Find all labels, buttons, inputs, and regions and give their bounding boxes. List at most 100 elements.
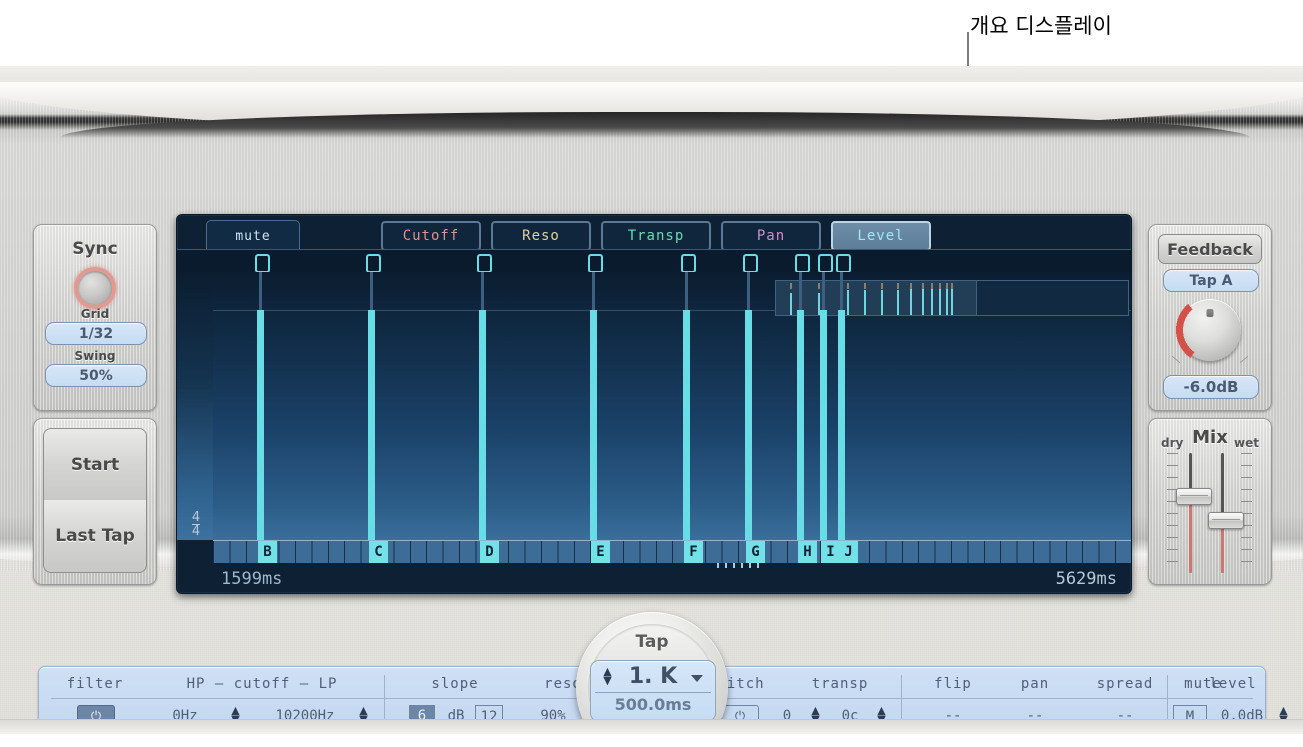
param-bar-right-vdivider-1 <box>901 675 902 723</box>
tap-letter-g[interactable]: G <box>746 541 765 563</box>
tap-bar[interactable] <box>683 310 690 540</box>
tap-letter-h[interactable]: H <box>798 541 817 563</box>
mute-indicator[interactable] <box>477 254 492 273</box>
wet-slider-handle[interactable] <box>1208 512 1244 529</box>
tap-letter-i[interactable]: I <box>821 541 840 563</box>
overview-tap-bar <box>897 290 899 315</box>
param-button-level[interactable]: Level <box>831 221 931 251</box>
mix-wet-label: wet <box>1234 436 1259 450</box>
overview-tap-bar <box>790 293 792 315</box>
dry-slider-handle[interactable] <box>1176 488 1212 505</box>
delay-designer-display[interactable]: mute Cutoff Reso Transp Pan Level Autozo… <box>176 214 1132 594</box>
chevron-down-icon[interactable] <box>691 675 703 682</box>
tap-letter-d[interactable]: D <box>480 541 499 563</box>
tap-letter-e[interactable]: E <box>591 541 610 563</box>
tap-bar[interactable] <box>590 310 597 540</box>
mute-indicator[interactable] <box>588 254 603 273</box>
sync-panel: Sync Grid 1/32 Swing 50% <box>33 224 157 411</box>
overview-tap-bar-cap <box>864 283 866 289</box>
tab-mute[interactable]: mute <box>206 220 300 251</box>
dry-slider-group <box>1167 453 1213 573</box>
mute-indicator[interactable] <box>366 254 381 273</box>
tap-stem <box>822 272 825 310</box>
param-button-cutoff[interactable]: Cutoff <box>381 221 481 251</box>
mix-dry-label: dry <box>1161 436 1183 450</box>
header-cutoff: HP — cutoff — LP <box>147 676 377 693</box>
graph-time-end: 5629ms <box>1056 569 1117 589</box>
graph-left-gutter <box>177 272 214 540</box>
mute-indicator[interactable] <box>255 254 270 273</box>
graph-time-start: 1599ms <box>221 569 282 589</box>
overview-tap-bar-cap <box>946 283 948 289</box>
overview-tap-bar <box>864 290 866 315</box>
tap-stem <box>259 272 262 310</box>
overview-tap-bar-cap <box>847 283 849 289</box>
tap-bar[interactable] <box>838 310 845 540</box>
tap-number-stepper[interactable]: ▲▼ <box>601 667 614 685</box>
tap-stem <box>747 272 750 310</box>
param-bar-left-divider <box>51 698 627 699</box>
overview-tap-bar-cap <box>897 283 899 289</box>
tap-dial-top-label: Tap <box>576 632 728 652</box>
swing-value-field[interactable]: 50% <box>45 364 147 387</box>
sync-led-button[interactable] <box>74 267 116 309</box>
resize-grip-dots[interactable] <box>717 563 761 568</box>
header-level: level <box>1203 676 1263 693</box>
start-button[interactable]: Start <box>43 428 147 502</box>
header-filter: filter <box>51 676 139 693</box>
tap-letter-f[interactable]: F <box>684 541 703 563</box>
tap-lcd-divider <box>595 692 711 693</box>
tap-bar[interactable] <box>257 310 264 540</box>
mute-indicator[interactable] <box>743 254 758 273</box>
tap-bar[interactable] <box>745 310 752 540</box>
feedback-knob-indicator <box>1207 309 1214 317</box>
tap-delay-dial[interactable]: Tap 1. K ▲▼ 500.0ms Delay <box>576 612 728 734</box>
mute-indicator[interactable] <box>681 254 696 273</box>
tap-letter-b[interactable]: B <box>258 541 277 563</box>
feedback-button[interactable]: Feedback <box>1158 234 1262 264</box>
mute-indicator[interactable] <box>836 254 851 273</box>
feedback-panel: Feedback Tap A -6.0dB <box>1148 224 1272 411</box>
feedback-knob-arc <box>1175 295 1245 365</box>
timeline-ruler[interactable]: B C D E F G HIJ <box>213 540 1131 563</box>
header-spread: spread <box>1077 676 1173 693</box>
overview-tap-bar <box>881 290 883 315</box>
tap-bar[interactable] <box>368 310 375 540</box>
window-bottom-strip <box>0 719 1303 734</box>
header-transp: transp <box>785 676 895 693</box>
mute-indicator[interactable] <box>795 254 810 273</box>
tap-stem <box>685 272 688 310</box>
tap-bar[interactable] <box>820 310 827 540</box>
param-button-transp[interactable]: Transp <box>601 221 711 251</box>
tap-delay-time-value[interactable]: 500.0ms <box>591 695 715 714</box>
grid-value-field[interactable]: 1/32 <box>45 322 147 345</box>
feedback-level-field[interactable]: -6.0dB <box>1163 375 1259 399</box>
header-slope: slope <box>397 676 513 693</box>
last-tap-button[interactable]: Last Tap <box>43 500 147 573</box>
mix-panel: Mix dry wet <box>1148 418 1272 585</box>
tap-letter-c[interactable]: C <box>369 541 388 563</box>
tap-graph[interactable] <box>213 272 1131 540</box>
sync-title: Sync <box>34 239 156 259</box>
feedback-tap-field[interactable]: Tap A <box>1163 269 1259 292</box>
mute-indicator-row[interactable] <box>177 250 1131 273</box>
overview-tap-bar-cap <box>881 283 883 289</box>
tap-stem <box>840 272 843 310</box>
tap-bar[interactable] <box>797 310 804 540</box>
overview-tap-bar <box>946 286 948 315</box>
tap-stem <box>799 272 802 310</box>
mute-indicator[interactable] <box>818 254 833 273</box>
grid-label: Grid <box>34 307 156 321</box>
param-button-reso[interactable]: Reso <box>491 221 591 251</box>
dry-slider-track-filled <box>1189 495 1192 573</box>
tap-bar[interactable] <box>479 310 486 540</box>
overview-tap-bar-cap <box>939 283 941 289</box>
overview-tap-bar <box>931 288 933 315</box>
tap-stem <box>592 272 595 310</box>
tap-letter-j[interactable]: J <box>839 541 858 563</box>
overview-display[interactable] <box>775 280 1129 316</box>
knob-tick-left <box>1172 356 1180 363</box>
param-button-pan[interactable]: Pan <box>721 221 821 251</box>
tap-dial-lcd[interactable]: 1. K ▲▼ 500.0ms <box>590 660 716 722</box>
wet-slider-group <box>1211 453 1257 573</box>
